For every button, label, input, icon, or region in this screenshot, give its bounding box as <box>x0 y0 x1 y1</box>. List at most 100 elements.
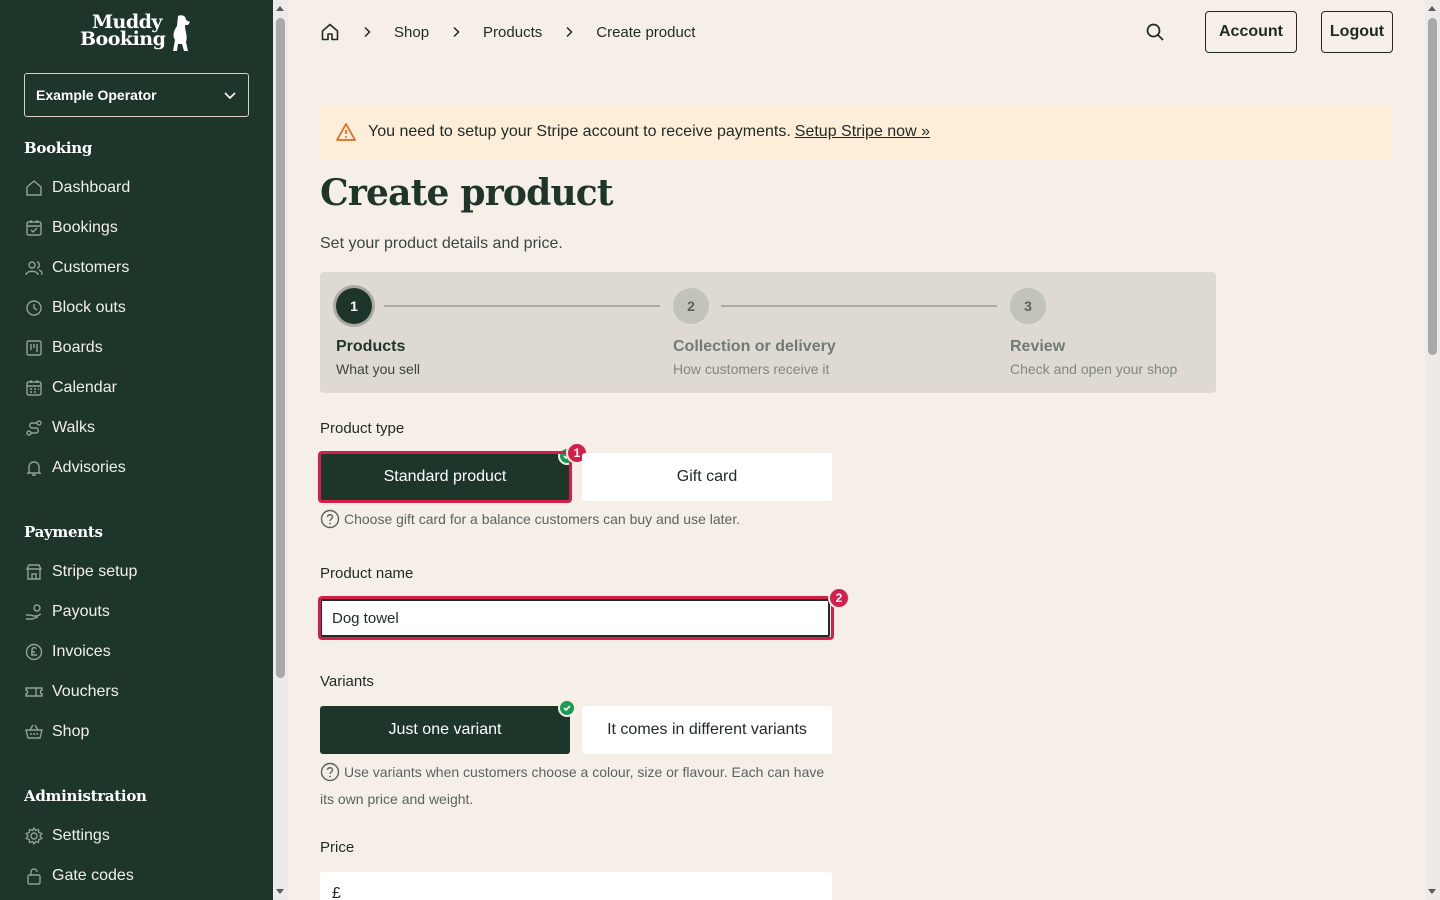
question-circle-icon <box>320 762 340 788</box>
logout-button[interactable]: Logout <box>1321 11 1393 53</box>
step-3-number[interactable]: 3 <box>1010 288 1046 324</box>
sidebar-item-advisories[interactable]: Advisories <box>24 456 126 480</box>
sidebar-item-shop[interactable]: Shop <box>24 720 89 744</box>
warning-icon <box>336 123 356 141</box>
basket-icon <box>24 722 44 742</box>
step-1-number[interactable]: 1 <box>336 288 372 324</box>
home-icon <box>321 23 339 41</box>
product-type-label: Product type <box>320 420 405 437</box>
sidebar-item-settings[interactable]: Settings <box>24 824 110 848</box>
scroll-down-arrow-icon[interactable] <box>1428 889 1436 894</box>
breadcrumb-shop[interactable]: Shop <box>394 24 429 41</box>
sidebar-item-vouchers[interactable]: Vouchers <box>24 680 119 704</box>
section-title-payments: Payments <box>24 523 103 541</box>
sidebar-item-invoices[interactable]: Invoices <box>24 640 111 664</box>
sidebar-item-dashboard[interactable]: Dashboard <box>24 176 130 200</box>
step-2-number[interactable]: 2 <box>673 288 709 324</box>
step-2-title: Collection or delivery <box>673 338 836 355</box>
ticket-icon <box>24 682 44 702</box>
sidebar-item-customers[interactable]: Customers <box>24 256 129 280</box>
scroll-down-arrow-icon[interactable] <box>276 889 284 894</box>
step-connector <box>721 305 997 307</box>
breadcrumb-create-product: Create product <box>596 23 696 41</box>
gear-icon <box>24 826 44 846</box>
question-circle-icon <box>320 509 340 535</box>
sidebar-item-label: Dashboard <box>52 179 131 196</box>
variants-hint-text: Use variants when customers choose a col… <box>320 764 825 807</box>
section-title-administration: Administration <box>24 787 147 805</box>
sidebar-item-label: Customers <box>52 259 130 276</box>
step-1-title: Products <box>336 338 406 355</box>
product-type-hint-text: Choose gift card for a balance customers… <box>344 511 741 527</box>
sidebar-item-label: Shop <box>52 723 90 740</box>
scrollbar-thumb[interactable] <box>276 18 285 678</box>
sidebar-item-label: Stripe setup <box>52 563 138 580</box>
board-icon <box>24 338 44 358</box>
sidebar-item-stripe-setup[interactable]: Stripe setup <box>24 560 137 584</box>
variants-label: Variants <box>320 673 374 690</box>
page-scrollbar[interactable] <box>1425 0 1440 900</box>
dog-icon <box>173 15 190 52</box>
alert-text: You need to setup your Stripe account to… <box>368 123 791 140</box>
lock-icon <box>24 866 44 886</box>
standard-product-option[interactable]: Standard product <box>320 453 570 501</box>
stripe-warning-alert: You need to setup your Stripe account to… <box>320 105 1392 159</box>
step-1-desc: What you sell <box>336 361 421 377</box>
clock-icon <box>24 298 44 318</box>
sidebar-item-label: Calendar <box>52 379 117 396</box>
breadcrumb-products[interactable]: Products <box>483 24 542 41</box>
sidebar-item-label: Boards <box>52 339 103 356</box>
sidebar-item-label: Bookings <box>52 219 118 236</box>
breadcrumb-home[interactable] <box>320 22 340 42</box>
just-one-variant-option[interactable]: Just one variant <box>320 706 570 754</box>
different-variants-option[interactable]: It comes in different variants <box>582 706 832 754</box>
chevron-down-icon <box>224 92 236 100</box>
sidebar-item-walks[interactable]: Walks <box>24 416 95 440</box>
step-connector <box>384 305 660 307</box>
chevron-right-icon <box>362 26 372 38</box>
price-input[interactable]: £ <box>320 872 832 900</box>
sidebar-item-label: Block outs <box>52 299 126 316</box>
scrollbar-thumb[interactable] <box>1428 18 1437 355</box>
calendar-icon <box>24 378 44 398</box>
bell-icon <box>24 458 44 478</box>
gift-card-option[interactable]: Gift card <box>582 453 832 501</box>
sidebar-item-boards[interactable]: Boards <box>24 336 103 360</box>
search-button[interactable] <box>1143 20 1167 44</box>
route-icon <box>24 418 44 438</box>
home-icon <box>24 178 44 198</box>
sidebar-item-gate-codes[interactable]: Gate codes <box>24 864 134 888</box>
operator-select[interactable]: Example Operator <box>24 73 249 117</box>
sidebar-scrollbar[interactable] <box>273 0 288 900</box>
variants-hint: Use variants when customers choose a col… <box>320 761 840 810</box>
scroll-up-arrow-icon[interactable] <box>1428 6 1436 11</box>
section-title-booking: Booking <box>24 139 93 157</box>
sidebar-item-label: Invoices <box>52 643 111 660</box>
muddy-booking-logo[interactable]: Muddy Booking <box>80 13 194 56</box>
chevron-right-icon <box>451 26 461 38</box>
store-icon <box>24 562 44 582</box>
product-name-input[interactable] <box>320 599 830 637</box>
sidebar-item-payouts[interactable]: Payouts <box>24 600 110 624</box>
users-icon <box>24 258 44 278</box>
product-type-hint: Choose gift card for a balance customers… <box>320 508 840 535</box>
sidebar: Muddy Booking Example Operator Booking D… <box>0 0 273 900</box>
scroll-up-arrow-icon[interactable] <box>276 6 284 11</box>
account-button[interactable]: Account <box>1205 11 1297 53</box>
sidebar-item-label: Settings <box>52 827 110 844</box>
sidebar-item-bookings[interactable]: Bookings <box>24 216 118 240</box>
search-icon <box>1146 23 1164 41</box>
chevron-right-icon <box>564 26 574 38</box>
step-3-desc: Check and open your shop <box>1010 361 1178 377</box>
sidebar-item-calendar[interactable]: Calendar <box>24 376 117 400</box>
setup-stripe-link[interactable]: Setup Stripe now » <box>795 123 930 141</box>
check-icon <box>558 699 576 717</box>
currency-prefix: £ <box>332 885 341 900</box>
sidebar-item-block-outs[interactable]: Block outs <box>24 296 126 320</box>
breadcrumb: Shop Products Create product <box>320 20 695 44</box>
page-subtitle: Set your product details and price. <box>320 235 563 252</box>
sidebar-item-label: Payouts <box>52 603 110 620</box>
sidebar-item-label: Vouchers <box>52 683 119 700</box>
operator-label: Example Operator <box>36 87 157 103</box>
annotation-badge-2: 2 <box>828 587 850 609</box>
